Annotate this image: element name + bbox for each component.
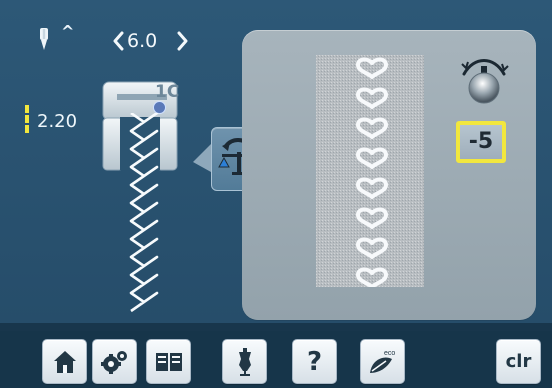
clr-label: clr <box>505 351 532 372</box>
svg-text:eco: eco <box>384 350 395 357</box>
stitch-width-value[interactable]: 6.0 <box>127 30 157 52</box>
help-button[interactable]: ? <box>292 339 337 384</box>
presser-foot-label: 1C <box>155 82 180 102</box>
stitch-preview <box>316 55 424 289</box>
eco-icon: eco <box>369 350 395 373</box>
stitch-parameters-bar: ^ 6.0 <box>0 0 230 70</box>
eco-button[interactable]: eco <box>360 339 405 384</box>
help-icon: ? <box>306 346 323 377</box>
stitch-length-value[interactable]: 2.20 <box>37 111 77 132</box>
chevron-right-icon[interactable] <box>175 31 189 51</box>
stitch-length-icon[interactable] <box>23 103 31 139</box>
chevron-left-icon[interactable] <box>112 31 126 51</box>
settings-button[interactable] <box>92 339 137 384</box>
knob-icon[interactable] <box>458 54 510 106</box>
home-button[interactable] <box>42 339 87 384</box>
tutorial-button[interactable] <box>146 339 191 384</box>
sewing-consultant-button[interactable] <box>222 339 267 384</box>
book-icon <box>155 352 182 371</box>
dress-form-icon <box>238 347 251 376</box>
clr-button[interactable]: clr <box>496 339 541 384</box>
balance-value-field[interactable]: -5 <box>456 121 506 163</box>
settings-icon <box>100 350 127 374</box>
needle-up-icon: ^ <box>61 22 75 41</box>
home-icon <box>53 350 76 373</box>
needle-position-icon[interactable] <box>34 27 54 55</box>
stitch-pattern-strip <box>125 111 163 315</box>
